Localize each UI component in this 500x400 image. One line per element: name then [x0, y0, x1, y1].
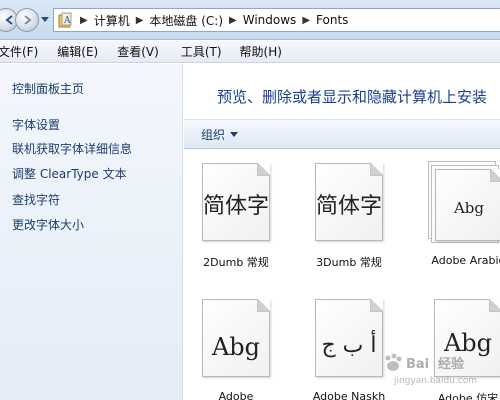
fonts-content-area: 预览、删除或者显示和隐藏计算机上安装 组织 简体字 2Dumb 常规 简体字 3… — [184, 64, 500, 400]
address-toolbar: A ▶ 计算机 ▶ 本地磁盘 (C:) ▶ Windows ▶ Fonts — [0, 0, 500, 40]
menu-bar: 文件(F) 编辑(E) 查看(V) 工具(T) 帮助(H) — [0, 41, 500, 63]
menu-file[interactable]: 文件(F) — [0, 43, 42, 60]
font-name-label: Adobe — [218, 390, 254, 400]
breadcrumb-local-disk[interactable]: 本地磁盘 (C:) — [149, 12, 223, 29]
font-name-label: Adobe Arabic — [431, 254, 500, 267]
menu-help[interactable]: 帮助(H) — [236, 43, 286, 60]
address-box[interactable]: A ▶ 计算机 ▶ 本地磁盘 (C:) ▶ Windows ▶ Fonts — [53, 8, 500, 32]
font-name-label: 2Dumb 常规 — [203, 256, 269, 269]
menu-view[interactable]: 查看(V) — [113, 43, 163, 60]
forward-button[interactable] — [15, 8, 39, 32]
task-pane: 控制面板主页 字体设置 联机获取字体详细信息 调整 ClearType 文本 查… — [0, 64, 183, 400]
baidu-watermark: Bai 经验 jingyan.baidu.com — [372, 352, 500, 400]
watermark-url: jingyan.baidu.com — [394, 376, 478, 386]
online-font-info-link[interactable]: 联机获取字体详细信息 — [12, 140, 132, 157]
adjust-cleartype-link[interactable]: 调整 ClearType 文本 — [12, 165, 127, 182]
breadcrumb-computer[interactable]: 计算机 — [94, 12, 130, 29]
chevron-down-icon — [230, 132, 239, 137]
change-font-size-link[interactable]: 更改字体大小 — [12, 216, 84, 233]
font-preview-text: Abg — [211, 333, 261, 361]
font-preview-text: 简体字 — [202, 194, 269, 219]
breadcrumb-separator-icon[interactable]: ▶ — [80, 15, 88, 26]
forward-arrow-icon — [24, 15, 32, 25]
font-settings-link[interactable]: 字体设置 — [12, 116, 60, 133]
page-heading: 预览、删除或者显示和隐藏计算机上安装 — [217, 88, 488, 106]
baidu-paw-logo-icon: Bai 经验 — [385, 353, 465, 372]
organize-label: 组织 — [201, 128, 226, 142]
font-preview-text: Abg — [453, 199, 485, 217]
breadcrumb-separator-icon[interactable]: ▶ — [302, 15, 310, 26]
svg-text:Bai: Bai — [406, 357, 429, 372]
organize-button[interactable]: 组织 — [201, 126, 239, 143]
breadcrumb-windows[interactable]: Windows — [243, 13, 297, 27]
menu-tools[interactable]: 工具(T) — [177, 43, 226, 60]
control-panel-home-link[interactable]: 控制面板主页 — [12, 80, 84, 97]
recent-pages-chevron-down-icon[interactable] — [41, 17, 49, 23]
breadcrumb-separator-icon[interactable]: ▶ — [229, 15, 237, 26]
font-name-label: 3Dumb 常规 — [316, 256, 382, 269]
font-preview-text: 简体字 — [315, 194, 382, 219]
svg-text:经验: 经验 — [438, 356, 465, 372]
breadcrumb-separator-icon[interactable]: ▶ — [136, 15, 144, 26]
breadcrumb-fonts[interactable]: Fonts — [316, 13, 348, 27]
command-bar: 组织 — [184, 119, 500, 149]
menu-edit[interactable]: 编辑(E) — [53, 43, 102, 60]
find-character-link[interactable]: 查找字符 — [12, 191, 60, 208]
svg-text:A: A — [63, 16, 71, 26]
fonts-folder-icon: A — [58, 12, 72, 28]
